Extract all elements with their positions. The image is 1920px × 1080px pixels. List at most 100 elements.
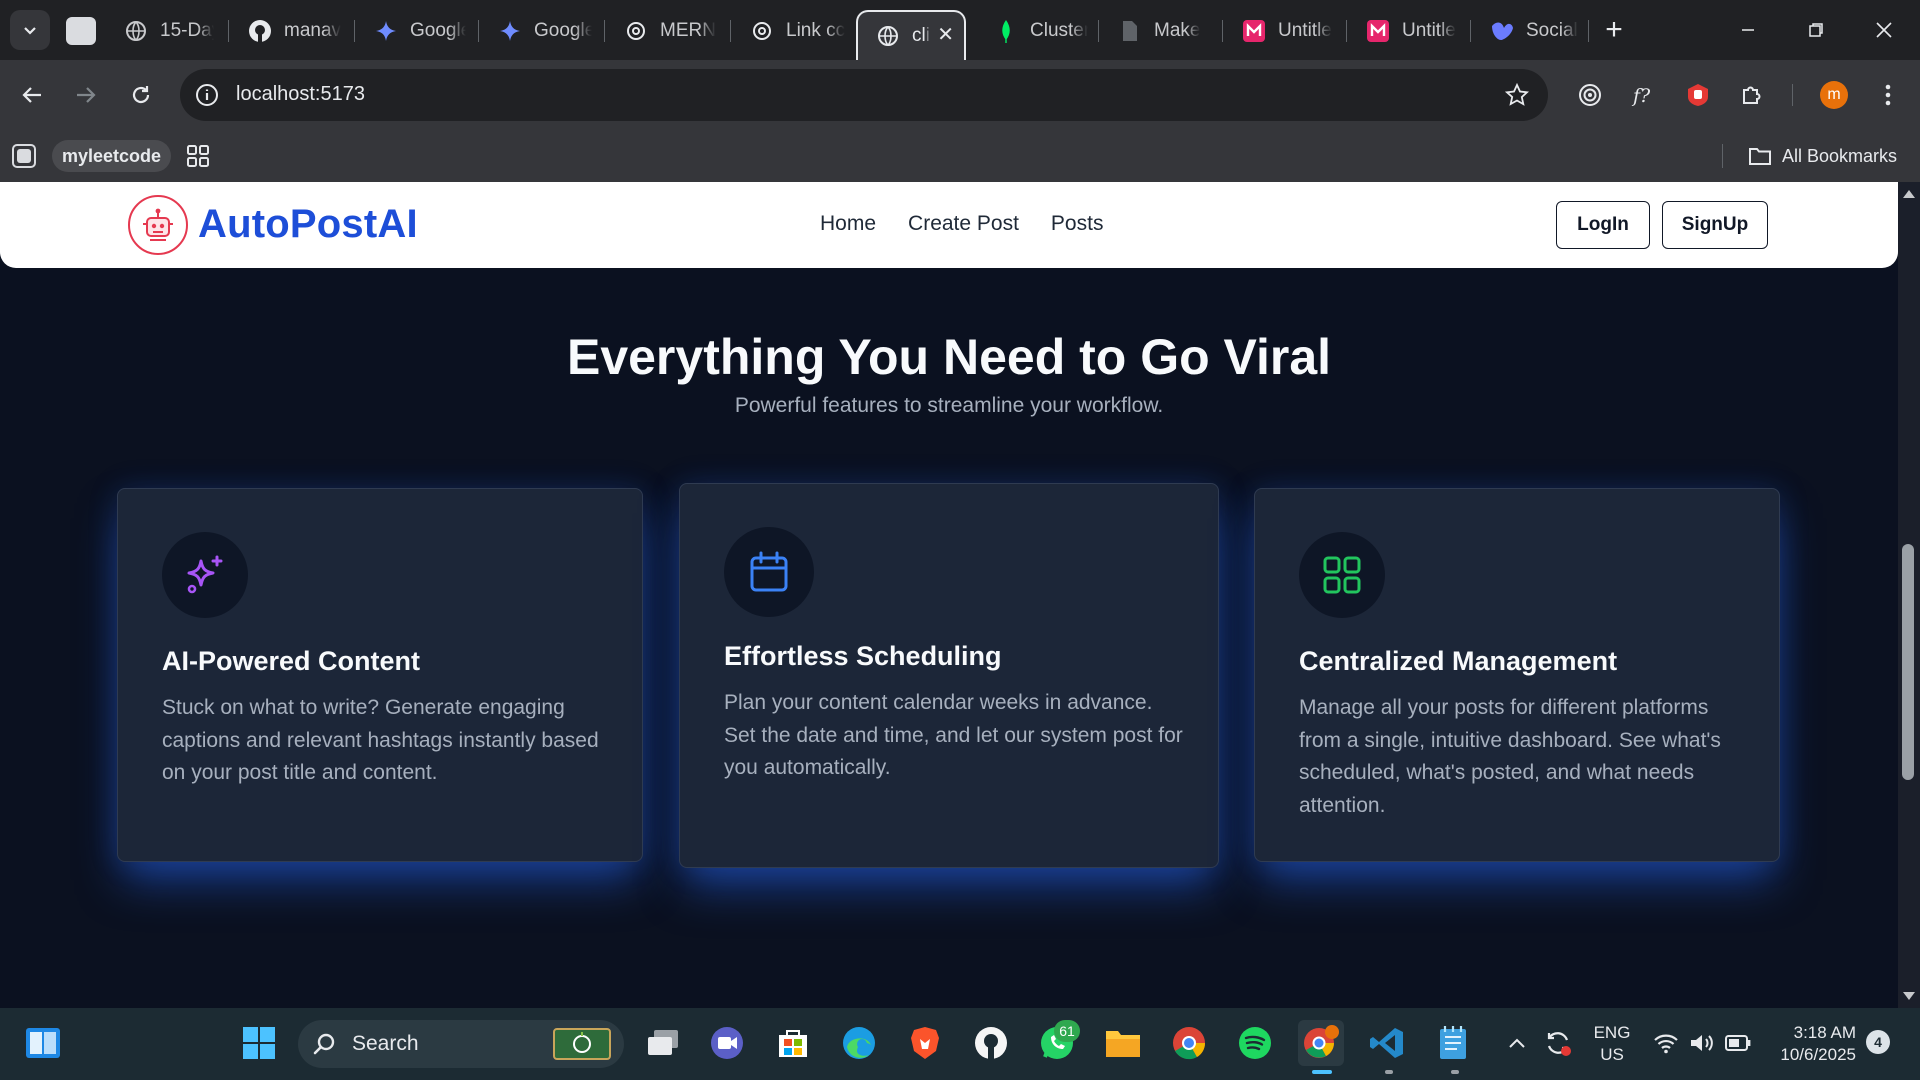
tab-label: Link cc bbox=[786, 20, 846, 41]
signup-button[interactable]: SignUp bbox=[1662, 201, 1768, 249]
back-button[interactable] bbox=[14, 77, 50, 113]
extensions-button[interactable] bbox=[1734, 77, 1770, 113]
bookmark-star-icon[interactable] bbox=[1504, 82, 1530, 108]
all-bookmarks-button[interactable]: All Bookmarks bbox=[1748, 142, 1897, 170]
site-info-icon[interactable] bbox=[194, 82, 220, 108]
taskbar-github[interactable] bbox=[968, 1020, 1014, 1066]
taskbar-meet[interactable] bbox=[704, 1020, 750, 1066]
tab-cli-active[interactable]: cli ✕ bbox=[856, 10, 966, 60]
tab-link[interactable]: Link cc bbox=[732, 10, 848, 52]
tab-label: Google bbox=[534, 20, 592, 41]
tab-label: Untitle bbox=[1402, 20, 1456, 41]
brand-logo[interactable] bbox=[128, 195, 188, 255]
taskbar-search[interactable]: Search bbox=[298, 1020, 624, 1068]
extension-blocker[interactable] bbox=[1680, 77, 1716, 113]
tab-label: Social bbox=[1526, 20, 1578, 41]
input-language[interactable]: ENG US bbox=[1590, 1022, 1634, 1066]
tab-group-chip[interactable] bbox=[66, 17, 96, 45]
feature-description: Manage all your posts for different plat… bbox=[1299, 696, 1721, 817]
taskbar-spotify[interactable] bbox=[1232, 1020, 1278, 1066]
bookmarks-bar: myleetcode All Bookmarks bbox=[0, 130, 1920, 182]
nav-posts[interactable]: Posts bbox=[1051, 212, 1104, 236]
feature-description: Plan your content calendar weeks in adva… bbox=[724, 691, 1183, 779]
tab-google-gemini-2[interactable]: Google bbox=[480, 10, 592, 52]
extension-radar[interactable] bbox=[1572, 77, 1608, 113]
page-viewport: AutoPostAI Home Create Post Posts LogIn … bbox=[0, 182, 1898, 1008]
nav-home[interactable]: Home bbox=[820, 212, 876, 236]
reload-icon bbox=[132, 86, 150, 104]
show-hidden-icons-button[interactable] bbox=[1500, 1020, 1534, 1066]
close-window-button[interactable] bbox=[1864, 14, 1904, 46]
page-scrollbar[interactable] bbox=[1898, 182, 1920, 1008]
tab-divider bbox=[478, 20, 479, 42]
address-bar[interactable]: localhost:5173 bbox=[180, 69, 1548, 121]
miro-icon bbox=[1366, 19, 1390, 43]
taskbar-chrome[interactable] bbox=[1166, 1020, 1212, 1066]
hand-stop-icon bbox=[1688, 84, 1708, 106]
feature-description: Stuck on what to write? Generate engagin… bbox=[162, 696, 599, 784]
forward-button[interactable] bbox=[68, 77, 104, 113]
tab-make[interactable]: Make bbox=[1100, 10, 1212, 52]
scroll-up-arrow-icon[interactable] bbox=[1903, 190, 1915, 198]
feature-icon-badge bbox=[724, 527, 814, 617]
extension-formula[interactable]: f? bbox=[1626, 77, 1662, 113]
scroll-down-arrow-icon[interactable] bbox=[1903, 992, 1915, 1000]
task-view-icon bbox=[648, 1030, 678, 1055]
taskbar-brave[interactable] bbox=[902, 1020, 948, 1066]
bookmark-myleetcode[interactable]: myleetcode bbox=[52, 140, 172, 172]
sync-status-button[interactable] bbox=[1538, 1020, 1578, 1066]
search-icon bbox=[313, 1033, 335, 1055]
new-tab-button[interactable]: + bbox=[1598, 13, 1630, 46]
restore-button[interactable] bbox=[1796, 14, 1836, 46]
arrow-right-icon bbox=[77, 87, 96, 103]
plus-icon: + bbox=[1605, 13, 1623, 46]
start-button[interactable] bbox=[236, 1020, 282, 1066]
taskbar-vscode[interactable] bbox=[1364, 1020, 1410, 1066]
taskbar-notepad[interactable] bbox=[1430, 1020, 1476, 1066]
tab-divider bbox=[1470, 20, 1471, 42]
scrollbar-thumb[interactable] bbox=[1902, 544, 1914, 780]
widgets-icon bbox=[26, 1028, 60, 1058]
url-text[interactable]: localhost:5173 bbox=[236, 83, 365, 106]
tab-15-day[interactable]: 15-Day bbox=[106, 10, 214, 52]
tab-github[interactable]: manav bbox=[230, 10, 342, 52]
brand-name[interactable]: AutoPostAI bbox=[198, 202, 418, 247]
profile-avatar[interactable]: m bbox=[1820, 81, 1848, 109]
taskbar-chrome-profile-active[interactable] bbox=[1298, 1020, 1344, 1066]
tab-mern[interactable]: MERN bbox=[606, 10, 720, 52]
bookmark-app-icon[interactable] bbox=[12, 144, 36, 168]
browser-menu-button[interactable] bbox=[1870, 77, 1906, 113]
tab-search-button[interactable] bbox=[10, 10, 50, 50]
target-icon bbox=[1579, 84, 1601, 106]
taskbar-store[interactable] bbox=[770, 1020, 816, 1066]
volume-status[interactable] bbox=[1684, 1020, 1720, 1066]
search-highlight-chalkboard-icon bbox=[553, 1028, 611, 1060]
spotify-icon bbox=[1239, 1027, 1271, 1059]
widgets-button[interactable] bbox=[20, 1020, 66, 1066]
tab-google-gemini[interactable]: Google bbox=[356, 10, 466, 52]
reload-button[interactable] bbox=[123, 77, 159, 113]
whatsapp-unread-badge: 61 bbox=[1054, 1020, 1080, 1042]
battery-status[interactable] bbox=[1720, 1020, 1756, 1066]
login-button[interactable]: LogIn bbox=[1556, 201, 1650, 249]
apps-grid-icon[interactable] bbox=[186, 144, 210, 168]
tab-untitled[interactable]: Untitle bbox=[1224, 10, 1338, 52]
tab-untitled-2[interactable]: Untitle bbox=[1348, 10, 1462, 52]
minimize-button[interactable] bbox=[1728, 14, 1768, 46]
arrow-left-icon bbox=[22, 87, 41, 103]
close-tab-icon[interactable]: ✕ bbox=[937, 22, 954, 47]
notification-count-badge[interactable]: 4 bbox=[1866, 1030, 1890, 1054]
taskbar-file-explorer[interactable] bbox=[1100, 1020, 1146, 1066]
calendar-icon bbox=[750, 551, 788, 592]
wifi-status[interactable] bbox=[1648, 1020, 1684, 1066]
speaker-icon bbox=[1691, 1035, 1713, 1051]
tab-label: Untitle bbox=[1278, 20, 1332, 41]
task-view-button[interactable] bbox=[640, 1020, 686, 1066]
close-icon bbox=[1876, 22, 1892, 38]
tab-cluster[interactable]: Cluster bbox=[976, 10, 1088, 52]
tab-label: 15-Day bbox=[160, 20, 214, 41]
taskbar-edge[interactable] bbox=[836, 1020, 882, 1066]
nav-create-post[interactable]: Create Post bbox=[908, 212, 1019, 236]
system-clock[interactable]: 3:18 AM 10/6/2025 bbox=[1770, 1022, 1856, 1066]
tab-social[interactable]: Social bbox=[1472, 10, 1588, 52]
